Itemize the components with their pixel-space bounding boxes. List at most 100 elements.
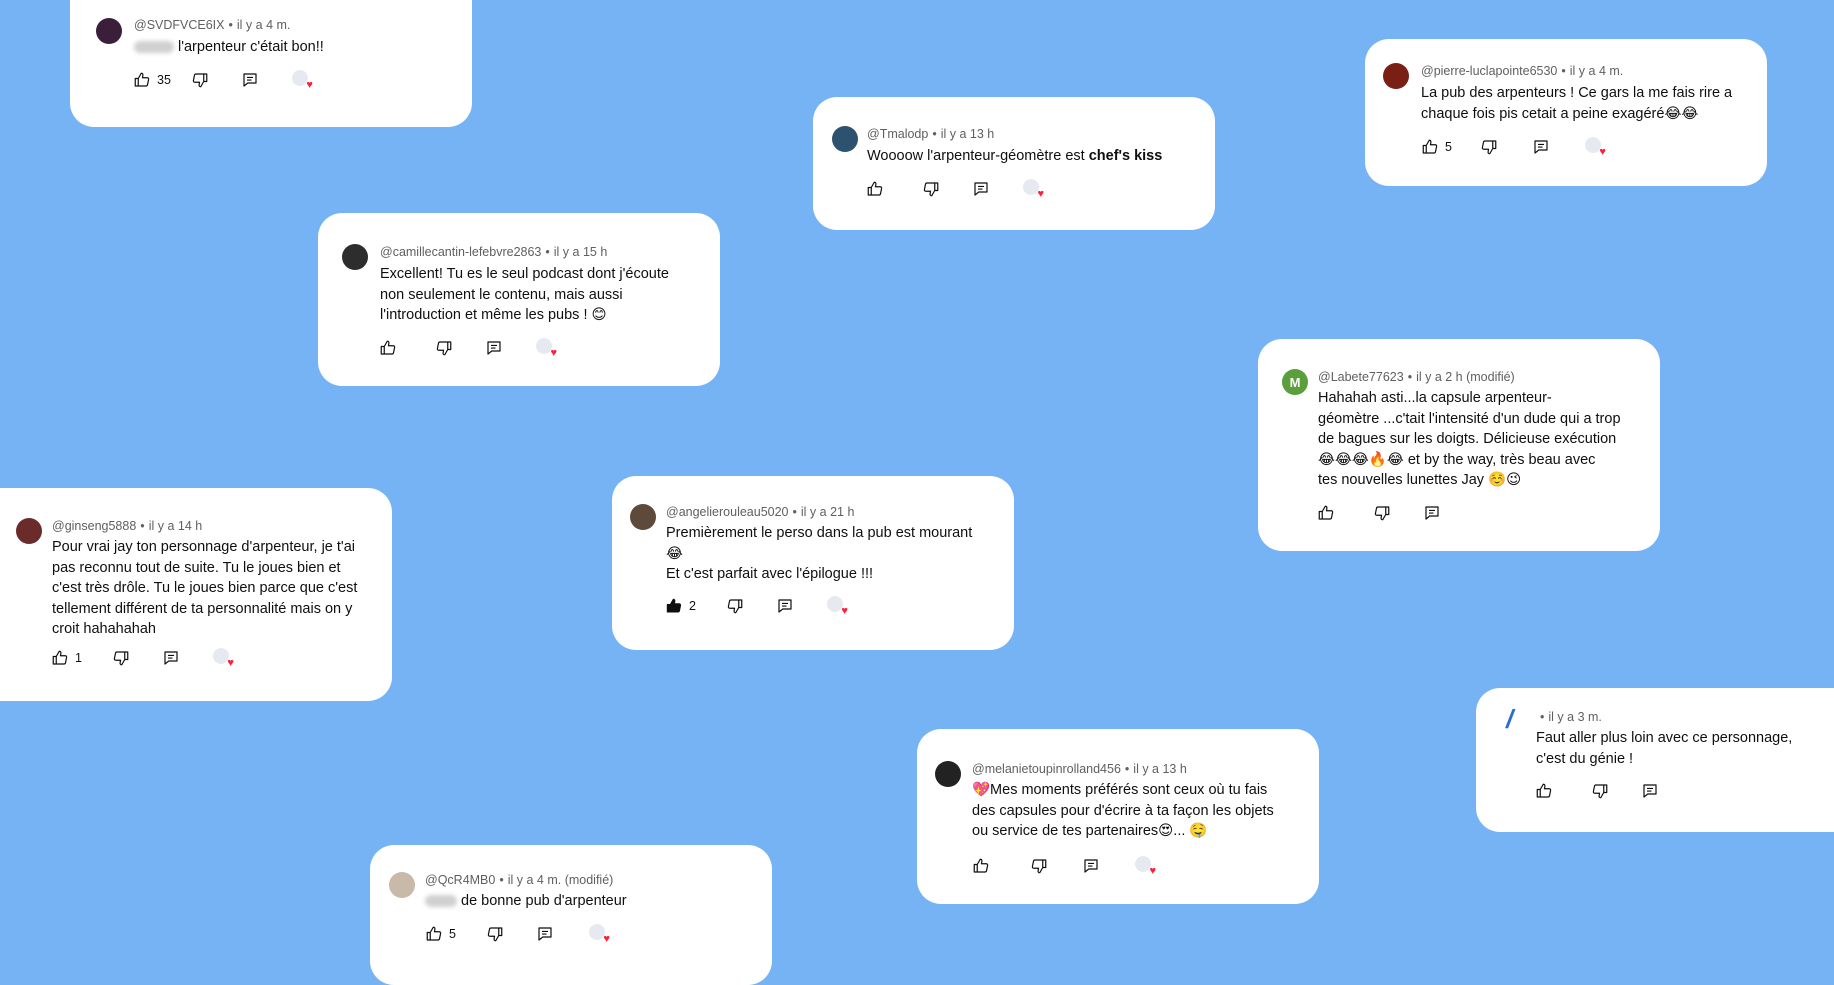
thumbs-up-icon	[1421, 138, 1439, 156]
dislike-button[interactable]	[1480, 138, 1498, 156]
thumbs-down-icon	[1480, 138, 1498, 156]
like-count: 1	[75, 651, 82, 665]
blurred-mention	[425, 895, 457, 908]
dislike-button[interactable]	[435, 339, 453, 357]
author-name[interactable]: @QcR4MB0	[425, 873, 495, 887]
timestamp[interactable]: il y a 15 h	[554, 245, 608, 259]
reply-button[interactable]	[485, 339, 503, 357]
timestamp[interactable]: il y a 21 h	[801, 505, 855, 519]
like-button[interactable]: 5	[425, 925, 456, 943]
timestamp[interactable]: il y a 4 m.	[237, 18, 291, 32]
comment-card: @QcR4MB0 • il y a 4 m. (modifié) de bonne …	[370, 845, 772, 985]
thumbs-down-icon	[922, 180, 940, 198]
author-name[interactable]: @Tmalodp	[867, 127, 928, 141]
avatar[interactable]	[1383, 63, 1409, 89]
author-name[interactable]: @angelierouleau5020	[666, 505, 789, 519]
like-button[interactable]	[1317, 504, 1335, 522]
comment-meta: @SVDFVCE6IX • il y a 4 m.	[134, 18, 291, 32]
thumbs-down-icon	[1373, 504, 1391, 522]
avatar[interactable]: M	[1282, 369, 1308, 395]
comment-text: Excellent! Tu es le seul podcast dont j'…	[380, 266, 669, 323]
thumbs-up-icon	[1535, 782, 1553, 800]
comment-actions: 5 ♥	[1421, 136, 1606, 158]
comment-actions	[1317, 502, 1441, 524]
like-button[interactable]	[972, 857, 990, 875]
creator-heart-icon: ♥	[535, 337, 557, 359]
like-button[interactable]	[866, 180, 884, 198]
avatar[interactable]	[96, 18, 122, 44]
comment-meta: • il y a 3 m.	[1540, 710, 1602, 724]
comment-card: @pierre-luclapointe6530 • il y a 4 m. La p…	[1365, 39, 1767, 186]
dislike-button[interactable]	[112, 649, 130, 667]
like-count: 5	[1445, 140, 1452, 154]
dislike-button[interactable]	[922, 180, 940, 198]
reply-icon	[536, 925, 554, 943]
reply-icon	[1423, 504, 1441, 522]
avatar[interactable]	[389, 872, 415, 898]
author-name[interactable]: @melanietoupinrolland456	[972, 762, 1121, 776]
comment-card: M @Labete77623 • il y a 2 h (modifié) Haha…	[1258, 339, 1660, 551]
thumbs-up-icon	[866, 180, 884, 198]
reply-icon	[162, 649, 180, 667]
reply-button[interactable]	[1423, 504, 1441, 522]
comment-text: La pub des arpenteurs ! Ce gars la me fa…	[1421, 85, 1733, 122]
thumbs-down-icon	[435, 339, 453, 357]
timestamp[interactable]: il y a 3 m.	[1548, 710, 1602, 724]
creator-heart-icon: ♥	[1134, 855, 1156, 877]
timestamp[interactable]: il y a 4 m. (modifié)	[508, 873, 614, 887]
reply-icon	[1532, 138, 1550, 156]
like-button[interactable]	[379, 339, 397, 357]
timestamp[interactable]: il y a 14 h	[149, 519, 203, 533]
thumbs-down-icon	[1030, 857, 1048, 875]
avatar[interactable]	[832, 126, 858, 152]
reply-icon	[1082, 857, 1100, 875]
dislike-button[interactable]	[486, 925, 504, 943]
comment-card: @SVDFVCE6IX • il y a 4 m. l'arpenteur c'ét…	[70, 0, 472, 127]
dislike-button[interactable]	[726, 597, 744, 615]
timestamp[interactable]: il y a 4 m.	[1570, 64, 1624, 78]
avatar[interactable]	[630, 504, 656, 530]
reply-button[interactable]	[241, 71, 259, 89]
thumbs-up-icon	[133, 71, 151, 89]
creator-heart-icon: ♥	[212, 647, 234, 669]
dislike-button[interactable]	[1373, 504, 1391, 522]
author-name[interactable]: @SVDFVCE6IX	[134, 18, 225, 32]
author-name[interactable]: @Labete77623	[1318, 370, 1404, 384]
like-button[interactable]: 2	[665, 597, 696, 615]
reply-button[interactable]	[1532, 138, 1550, 156]
reply-icon	[485, 339, 503, 357]
reply-button[interactable]	[162, 649, 180, 667]
comment-actions: 35 ♥	[133, 69, 313, 91]
timestamp[interactable]: il y a 13 h	[941, 127, 995, 141]
thumbs-down-icon	[1591, 782, 1609, 800]
reply-button[interactable]	[1082, 857, 1100, 875]
timestamp[interactable]: il y a 13 h	[1133, 762, 1187, 776]
reply-button[interactable]	[1641, 782, 1659, 800]
timestamp[interactable]: il y a 2 h (modifié)	[1416, 370, 1515, 384]
reply-button[interactable]	[776, 597, 794, 615]
comment-text: Woooow l'arpenteur-géomètre est chef's k…	[867, 148, 1163, 164]
reply-button[interactable]	[536, 925, 554, 943]
dislike-button[interactable]	[191, 71, 209, 89]
like-button[interactable]	[1535, 782, 1553, 800]
reply-icon	[972, 180, 990, 198]
comment-actions	[1535, 780, 1659, 802]
avatar[interactable]	[935, 761, 961, 787]
comment-meta: @QcR4MB0 • il y a 4 m. (modifié)	[425, 873, 614, 887]
thumbs-up-icon	[379, 339, 397, 357]
like-button[interactable]: 1	[51, 649, 82, 667]
dislike-button[interactable]	[1030, 857, 1048, 875]
author-name[interactable]: @ginseng5888	[52, 519, 136, 533]
author-name[interactable]: @pierre-luclapointe6530	[1421, 64, 1557, 78]
reply-icon	[1641, 782, 1659, 800]
author-name[interactable]: @camillecantin-lefebvre2863	[380, 245, 541, 259]
dislike-button[interactable]	[1591, 782, 1609, 800]
thumbs-down-icon	[726, 597, 744, 615]
comment-actions: 5 ♥	[425, 923, 610, 945]
avatar[interactable]	[16, 518, 42, 544]
avatar[interactable]	[342, 244, 368, 270]
reply-button[interactable]	[972, 180, 990, 198]
comment-meta: @ginseng5888 • il y a 14 h	[52, 519, 203, 533]
like-button[interactable]: 5	[1421, 138, 1452, 156]
like-button[interactable]: 35	[133, 71, 171, 89]
